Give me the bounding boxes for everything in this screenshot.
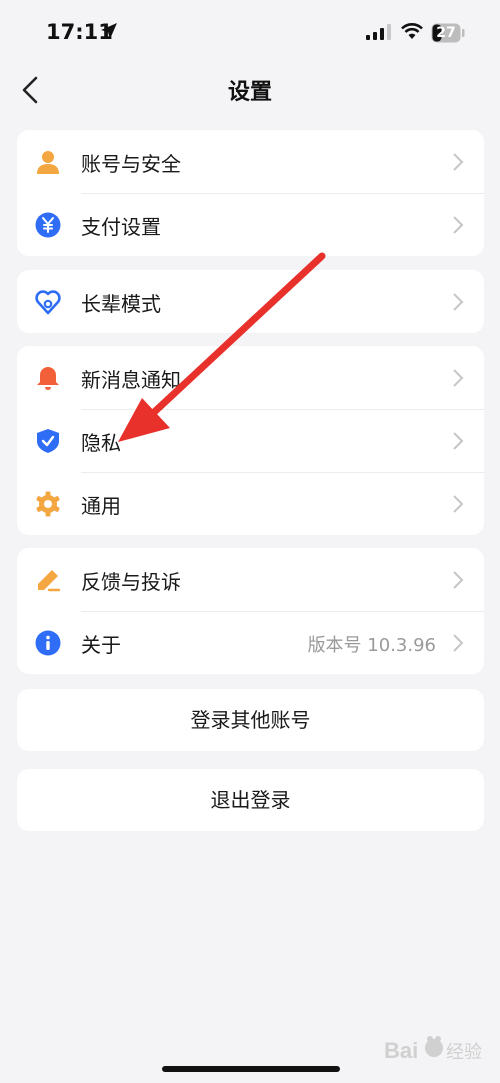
settings-item-account-security[interactable]: 账号与安全 (17, 130, 484, 193)
chevron-right-icon (453, 634, 464, 652)
battery-level: 27 (436, 25, 456, 41)
bell-icon (37, 367, 59, 390)
elder-heart-icon (35, 290, 61, 315)
chevron-right-icon (453, 153, 464, 171)
settings-group-general: 新消息通知 隐私 通用 (17, 346, 484, 535)
svg-text:Bai: Bai (384, 1038, 418, 1063)
settings-item-label: 关于 (81, 633, 121, 657)
settings-item-privacy[interactable]: 隐私 (17, 409, 484, 472)
settings-item-about[interactable]: 关于 版本号 10.3.96 (17, 611, 484, 674)
pencil-icon (38, 570, 61, 592)
chevron-right-icon (453, 369, 464, 387)
settings-item-label: 隐私 (81, 431, 121, 455)
location-arrow-icon (101, 23, 117, 39)
settings-item-label: 新消息通知 (81, 368, 181, 392)
gear-icon (36, 491, 60, 517)
logout-button[interactable]: 退出登录 (17, 769, 484, 831)
settings-item-label: 支付设置 (81, 215, 161, 239)
chevron-right-icon (453, 216, 464, 234)
chevron-right-icon (453, 571, 464, 589)
user-icon (37, 151, 59, 174)
login-other-account-button[interactable]: 登录其他账号 (17, 689, 484, 751)
settings-group-elder: 长辈模式 (17, 270, 484, 333)
settings-item-general[interactable]: 通用 (17, 472, 484, 535)
nav-bar: 设置 (0, 66, 500, 114)
shield-icon (37, 429, 59, 453)
info-icon (35, 630, 61, 656)
settings-item-elder-mode[interactable]: 长辈模式 (17, 270, 484, 333)
svg-text:经验: 经验 (446, 1042, 482, 1063)
page-title: 设置 (227, 80, 272, 105)
chevron-right-icon (453, 432, 464, 450)
settings-item-label: 通用 (81, 494, 121, 518)
settings-item-payment[interactable]: 支付设置 (17, 193, 484, 256)
chevron-right-icon (453, 293, 464, 311)
settings-item-label: 反馈与投诉 (81, 570, 181, 594)
signal-icon (366, 24, 391, 40)
settings-group-support: 反馈与投诉 关于 版本号 10.3.96 (17, 548, 484, 674)
settings-group-account: 账号与安全 支付设置 (17, 130, 484, 256)
settings-item-label: 账号与安全 (81, 152, 181, 176)
chevron-right-icon (453, 495, 464, 513)
baidu-jingyan-watermark: Bai 经验 (384, 1036, 482, 1063)
home-indicator[interactable] (162, 1066, 340, 1072)
status-bar: 17:11 27 (0, 0, 500, 66)
yuan-icon (35, 212, 61, 238)
version-number: 版本号 10.3.96 (307, 635, 436, 656)
wifi-icon (401, 23, 423, 39)
settings-item-feedback[interactable]: 反馈与投诉 (17, 548, 484, 611)
settings-item-notifications[interactable]: 新消息通知 (17, 346, 484, 409)
settings-item-label: 长辈模式 (81, 292, 161, 316)
